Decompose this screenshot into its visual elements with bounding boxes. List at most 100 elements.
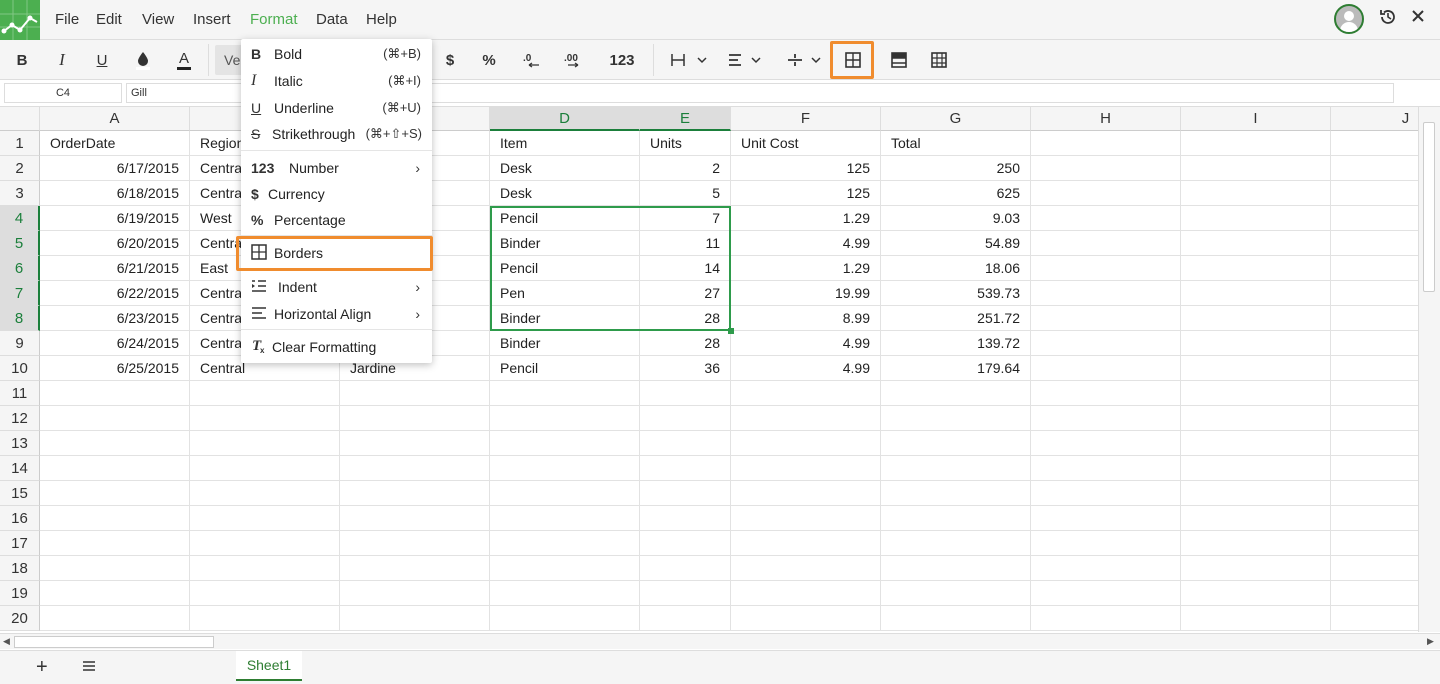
cell-i18[interactable] <box>1181 556 1331 581</box>
cell-c18[interactable] <box>340 556 490 581</box>
cell-a12[interactable] <box>40 406 190 431</box>
cell-h12[interactable] <box>1031 406 1181 431</box>
menu-format[interactable]: Format <box>250 11 298 28</box>
cell-g17[interactable] <box>881 531 1031 556</box>
cell-e2[interactable]: 2 <box>640 156 731 181</box>
cell-e15[interactable] <box>640 481 731 506</box>
cell-e8[interactable]: 28 <box>640 306 731 331</box>
corner-cell[interactable] <box>0 107 40 131</box>
cell-g11[interactable] <box>881 381 1031 406</box>
cell-i1[interactable] <box>1181 131 1331 156</box>
cell-f17[interactable] <box>731 531 881 556</box>
menu-item-bold[interactable]: B Bold (⌘+B) <box>241 41 432 67</box>
cell-a6[interactable]: 6/21/2015 <box>40 256 190 281</box>
freeze-rows-icon[interactable] <box>888 46 910 74</box>
menu-view[interactable]: View <box>142 11 174 28</box>
cell-e3[interactable]: 5 <box>640 181 731 206</box>
cell-a2[interactable]: 6/17/2015 <box>40 156 190 181</box>
cell-a1[interactable]: OrderDate <box>40 131 190 156</box>
cell-d17[interactable] <box>490 531 640 556</box>
cell-d13[interactable] <box>490 431 640 456</box>
cell-a7[interactable]: 6/22/2015 <box>40 281 190 306</box>
column-header-f[interactable]: F <box>731 107 881 131</box>
cell-a13[interactable] <box>40 431 190 456</box>
fill-color-icon[interactable] <box>132 46 154 74</box>
row-header-2[interactable]: 2 <box>0 156 40 181</box>
add-sheet-icon[interactable]: + <box>36 656 48 679</box>
scroll-right-icon[interactable]: ▶ <box>1427 636 1434 647</box>
cell-b18[interactable] <box>190 556 340 581</box>
cell-c14[interactable] <box>340 456 490 481</box>
row-header-14[interactable]: 14 <box>0 456 40 481</box>
cell-f8[interactable]: 8.99 <box>731 306 881 331</box>
sheet-list-icon[interactable] <box>82 659 96 676</box>
cell-h19[interactable] <box>1031 581 1181 606</box>
table-grid-icon[interactable] <box>928 46 950 74</box>
cell-d15[interactable] <box>490 481 640 506</box>
cell-i7[interactable] <box>1181 281 1331 306</box>
cell-h20[interactable] <box>1031 606 1181 631</box>
cell-f16[interactable] <box>731 506 881 531</box>
row-header-3[interactable]: 3 <box>0 181 40 206</box>
cell-reference-box[interactable]: C4 <box>4 83 122 103</box>
cell-i9[interactable] <box>1181 331 1331 356</box>
cell-d18[interactable] <box>490 556 640 581</box>
cell-g2[interactable]: 250 <box>881 156 1031 181</box>
cell-e20[interactable] <box>640 606 731 631</box>
cell-i13[interactable] <box>1181 431 1331 456</box>
cell-e4[interactable]: 7 <box>640 206 731 231</box>
text-color-icon[interactable]: A <box>172 46 196 74</box>
row-header-4[interactable]: 4 <box>0 206 40 231</box>
cell-a10[interactable]: 6/25/2015 <box>40 356 190 381</box>
cell-g4[interactable]: 9.03 <box>881 206 1031 231</box>
row-header-17[interactable]: 17 <box>0 531 40 556</box>
cell-d2[interactable]: Desk <box>490 156 640 181</box>
cell-b14[interactable] <box>190 456 340 481</box>
vertical-scrollbar[interactable] <box>1418 107 1440 632</box>
increase-decimal-icon[interactable]: .00 <box>561 46 585 74</box>
row-header-18[interactable]: 18 <box>0 556 40 581</box>
cell-b16[interactable] <box>190 506 340 531</box>
column-header-e[interactable]: E <box>640 107 731 131</box>
cell-i6[interactable] <box>1181 256 1331 281</box>
cell-c16[interactable] <box>340 506 490 531</box>
row-header-11[interactable]: 11 <box>0 381 40 406</box>
cell-g9[interactable]: 139.72 <box>881 331 1031 356</box>
cell-e9[interactable]: 28 <box>640 331 731 356</box>
cell-d20[interactable] <box>490 606 640 631</box>
cell-i17[interactable] <box>1181 531 1331 556</box>
cell-h2[interactable] <box>1031 156 1181 181</box>
cell-d6[interactable]: Pencil <box>490 256 640 281</box>
cell-g20[interactable] <box>881 606 1031 631</box>
cell-a8[interactable]: 6/23/2015 <box>40 306 190 331</box>
user-avatar[interactable] <box>1334 4 1364 34</box>
cell-d10[interactable]: Pencil <box>490 356 640 381</box>
currency-button[interactable]: $ <box>441 46 459 74</box>
horizontal-scroll-thumb[interactable] <box>14 636 214 648</box>
cell-b13[interactable] <box>190 431 340 456</box>
percent-button[interactable]: % <box>479 46 499 74</box>
cell-h3[interactable] <box>1031 181 1181 206</box>
cell-f1[interactable]: Unit Cost <box>731 131 881 156</box>
column-header-d[interactable]: D <box>490 107 640 131</box>
italic-button[interactable]: I <box>52 46 72 74</box>
cell-b12[interactable] <box>190 406 340 431</box>
cell-g16[interactable] <box>881 506 1031 531</box>
cell-i19[interactable] <box>1181 581 1331 606</box>
cell-d7[interactable]: Pen <box>490 281 640 306</box>
cell-e12[interactable] <box>640 406 731 431</box>
menu-insert[interactable]: Insert <box>193 11 231 28</box>
cell-a20[interactable] <box>40 606 190 631</box>
cell-d1[interactable]: Item <box>490 131 640 156</box>
cell-c13[interactable] <box>340 431 490 456</box>
cell-e17[interactable] <box>640 531 731 556</box>
cell-h6[interactable] <box>1031 256 1181 281</box>
cell-i14[interactable] <box>1181 456 1331 481</box>
cell-h7[interactable] <box>1031 281 1181 306</box>
menu-item-italic[interactable]: I Italic (⌘+I) <box>241 68 432 94</box>
cell-d8[interactable]: Binder <box>490 306 640 331</box>
cell-e10[interactable]: 36 <box>640 356 731 381</box>
cell-f2[interactable]: 125 <box>731 156 881 181</box>
menu-item-indent[interactable]: Indent › <box>241 274 432 300</box>
cell-d19[interactable] <box>490 581 640 606</box>
